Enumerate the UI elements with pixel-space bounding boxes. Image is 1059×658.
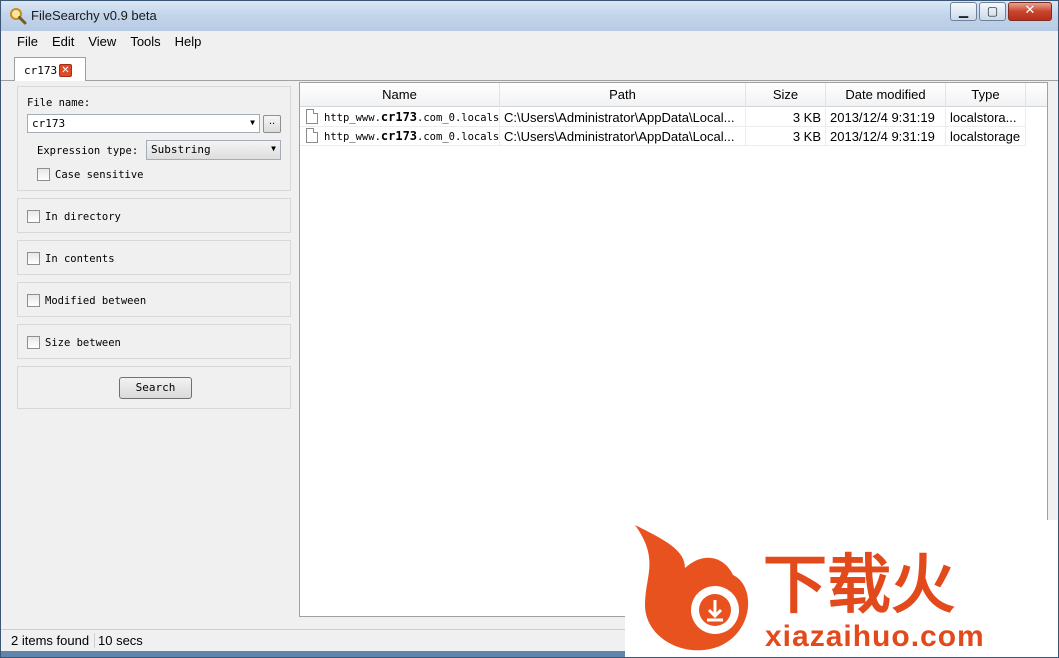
- size-between-group: Size between: [17, 324, 291, 359]
- menu-view[interactable]: View: [81, 31, 123, 53]
- cell-date: 2013/12/4 9:31:19: [826, 127, 946, 146]
- in-contents-group: In contents: [17, 240, 291, 275]
- watermark: 下载火 xiazaihuo.com: [625, 520, 1058, 657]
- file-name-value: cr173: [32, 117, 66, 130]
- maximize-button[interactable]: ▢: [979, 2, 1006, 21]
- in-directory-label: In directory: [45, 211, 121, 223]
- cell-size: 3 KB: [746, 127, 826, 146]
- in-contents-label: In contents: [45, 253, 115, 265]
- search-panel: File name: cr173 ▼ .. Expression type: S…: [10, 81, 300, 617]
- name-prefix: http_www.: [324, 112, 381, 124]
- close-icon[interactable]: ✕: [59, 64, 72, 77]
- tab-cr173[interactable]: cr173 ✕: [14, 57, 86, 82]
- table-row[interactable]: http_www.cr173.com_0.localst C:\Users\Ad…: [300, 127, 1047, 146]
- size-between-checkbox[interactable]: [27, 336, 40, 349]
- cell-type: localstora...: [946, 108, 1026, 127]
- menu-help[interactable]: Help: [168, 31, 209, 53]
- chevron-down-icon[interactable]: ▼: [250, 118, 255, 127]
- column-header-size[interactable]: Size: [746, 83, 826, 107]
- in-directory-group: In directory: [17, 198, 291, 233]
- menu-tools[interactable]: Tools: [123, 31, 167, 53]
- minimize-button[interactable]: ▁: [950, 2, 977, 21]
- name-suffix: .com_0.localst: [417, 112, 500, 124]
- name-match: cr173: [380, 129, 418, 143]
- column-header-type[interactable]: Type: [946, 83, 1026, 107]
- case-sensitive-label: Case sensitive: [55, 169, 144, 181]
- window-title: FileSearchy v0.9 beta: [31, 8, 157, 23]
- close-window-button[interactable]: ✕: [1008, 2, 1052, 21]
- browse-button[interactable]: ..: [263, 115, 281, 133]
- cell-type: localstorage: [946, 127, 1026, 146]
- title-bar[interactable]: FileSearchy v0.9 beta ▁ ▢ ✕: [1, 1, 1058, 31]
- modified-between-group: Modified between: [17, 282, 291, 317]
- window-controls: ▁ ▢ ✕: [948, 2, 1052, 22]
- magnifier-icon: [10, 8, 27, 25]
- expression-type-value: Substring: [151, 143, 211, 156]
- file-icon: [306, 109, 318, 124]
- cell-path: C:\Users\Administrator\AppData\Local...: [500, 108, 746, 127]
- status-item-count: 2 items found: [11, 633, 90, 648]
- expression-type-select[interactable]: Substring ▼: [146, 140, 281, 160]
- table-row[interactable]: http_www.cr173.com_0.localst C:\Users\Ad…: [300, 108, 1047, 127]
- tab-label: cr173: [24, 64, 58, 77]
- minimize-icon: ▁: [958, 4, 969, 18]
- watermark-brand: 下载火: [763, 549, 955, 623]
- search-button-group: Search: [17, 366, 291, 409]
- cell-path: C:\Users\Administrator\AppData\Local...: [500, 127, 746, 146]
- status-elapsed-time: 10 secs: [94, 633, 143, 648]
- modified-between-checkbox[interactable]: [27, 294, 40, 307]
- file-name-group: File name: cr173 ▼ .. Expression type: S…: [17, 86, 291, 191]
- column-header-path[interactable]: Path: [500, 83, 746, 107]
- search-button[interactable]: Search: [119, 377, 192, 399]
- cell-name: http_www.cr173.com_0.localst: [300, 127, 500, 146]
- size-between-label: Size between: [45, 337, 121, 349]
- case-sensitive-checkbox[interactable]: [37, 168, 50, 181]
- file-icon: [306, 128, 318, 143]
- file-name-label: File name:: [27, 97, 91, 109]
- name-prefix: http_www.: [324, 131, 381, 143]
- tab-strip: cr173 ✕: [1, 53, 1058, 82]
- in-directory-checkbox[interactable]: [27, 210, 40, 223]
- cell-date: 2013/12/4 9:31:19: [826, 108, 946, 127]
- in-contents-checkbox[interactable]: [27, 252, 40, 265]
- results-header: Name Path Size Date modified Type: [300, 83, 1047, 107]
- name-suffix: .com_0.localst: [417, 131, 500, 143]
- close-icon: ✕: [1024, 3, 1036, 18]
- cell-name: http_www.cr173.com_0.localst: [300, 108, 500, 127]
- watermark-url: xiazaihuo.com: [765, 620, 985, 653]
- expression-type-label: Expression type:: [37, 145, 139, 157]
- app-window: FileSearchy v0.9 beta ▁ ▢ ✕ File Edit Vi…: [0, 0, 1059, 658]
- menu-file[interactable]: File: [10, 31, 45, 53]
- chevron-down-icon: ▼: [271, 144, 276, 153]
- menu-bar: File Edit View Tools Help: [1, 31, 1058, 53]
- menu-edit[interactable]: Edit: [45, 31, 81, 53]
- maximize-icon: ▢: [986, 4, 999, 18]
- file-name-input[interactable]: cr173 ▼: [27, 114, 260, 133]
- name-match: cr173: [380, 110, 418, 124]
- modified-between-label: Modified between: [45, 295, 147, 307]
- column-header-name[interactable]: Name: [300, 83, 500, 107]
- cell-size: 3 KB: [746, 108, 826, 127]
- column-header-date[interactable]: Date modified: [826, 83, 946, 107]
